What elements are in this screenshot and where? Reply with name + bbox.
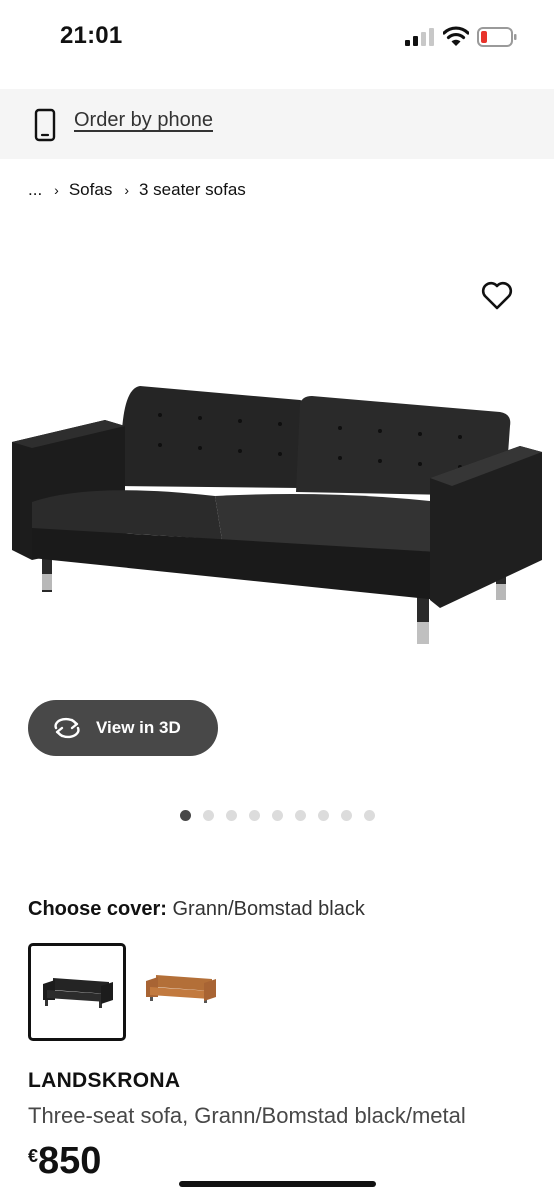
view-in-3d-label: View in 3D <box>96 718 181 737</box>
carousel-dot[interactable] <box>249 810 260 821</box>
favorite-heart-icon[interactable] <box>480 280 514 312</box>
smartphone-icon <box>34 108 56 142</box>
order-by-phone-banner: Order by phone <box>0 89 554 159</box>
product-description: Three-seat sofa, Grann/Bomstad black/met… <box>28 1103 466 1128</box>
image-carousel-dots <box>180 810 387 821</box>
price-currency: € <box>28 1146 39 1166</box>
product-name: LANDSKRONA <box>28 1069 181 1092</box>
carousel-dot[interactable] <box>272 810 283 821</box>
carousel-dot[interactable] <box>203 810 214 821</box>
sofa-thumbnail-black <box>43 978 113 1008</box>
sofa-thumbnail-brown <box>146 975 216 1003</box>
rotate-3d-icon <box>54 717 80 739</box>
home-indicator[interactable] <box>179 1181 376 1187</box>
breadcrumb: ... › Sofas › 3 seater sofas <box>28 180 246 200</box>
chevron-right-icon: › <box>124 182 129 198</box>
order-by-phone-link[interactable]: Order by phone <box>74 109 213 132</box>
breadcrumb-3-seater-sofas[interactable]: 3 seater sofas <box>139 180 246 200</box>
choose-cover: Choose cover: Grann/Bomstad black <box>28 898 365 921</box>
view-in-3d-button[interactable]: View in 3D <box>28 700 218 756</box>
price-amount: 850 <box>38 1140 102 1182</box>
choose-cover-label: Choose cover: <box>28 898 167 920</box>
battery-low-icon <box>477 27 517 47</box>
wifi-icon <box>443 26 469 46</box>
carousel-dot[interactable] <box>226 810 237 821</box>
carousel-dot[interactable] <box>341 810 352 821</box>
carousel-dot[interactable] <box>180 810 191 821</box>
chevron-right-icon: › <box>54 182 59 198</box>
breadcrumb-sofas[interactable]: Sofas <box>69 180 112 200</box>
cover-swatch-brown[interactable] <box>134 943 232 1041</box>
carousel-dot[interactable] <box>318 810 329 821</box>
product-image-sofa[interactable] <box>0 240 554 680</box>
choose-cover-value: Grann/Bomstad black <box>172 898 365 920</box>
breadcrumb-ellipsis[interactable]: ... <box>28 180 42 200</box>
cellular-signal-icon <box>405 28 434 46</box>
product-price: €850 <box>28 1140 101 1183</box>
status-time: 21:01 <box>60 22 123 49</box>
carousel-dot[interactable] <box>364 810 375 821</box>
status-bar: 21:01 <box>0 0 554 80</box>
carousel-dot[interactable] <box>295 810 306 821</box>
cover-swatch-black[interactable] <box>28 943 126 1041</box>
